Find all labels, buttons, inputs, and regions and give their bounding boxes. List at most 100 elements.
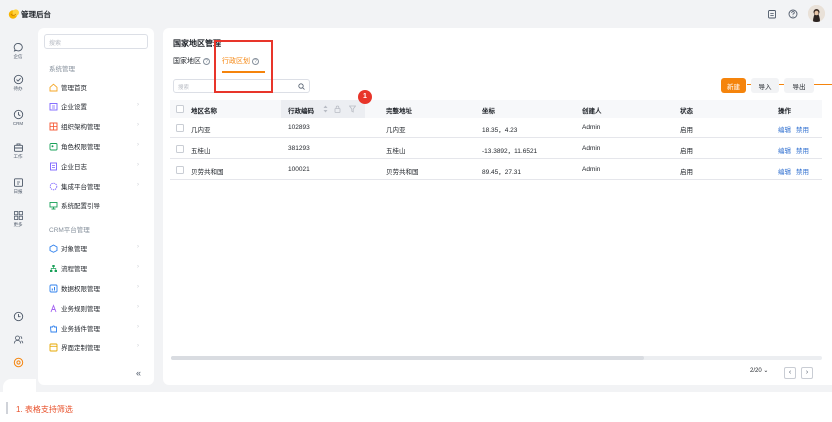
menu-item-label: 管理首页: [61, 85, 87, 92]
disable-link[interactable]: 禁用: [796, 124, 809, 134]
chevron-right-icon: ›: [137, 304, 139, 310]
avatar[interactable]: [808, 5, 825, 22]
menu-item-enterprise-log[interactable]: 企业日志 ›: [49, 158, 149, 174]
collapse-menu-icon[interactable]: «: [136, 368, 141, 378]
search-icon: [298, 83, 305, 90]
home-icon: [49, 83, 58, 91]
rail-item-chat[interactable]: 企信: [0, 42, 36, 60]
guide-icon: [49, 201, 58, 209]
clipboard-icon[interactable]: [767, 9, 777, 19]
menu-item-label: 企业设置: [61, 104, 87, 111]
column-header-status[interactable]: 状态: [680, 105, 693, 115]
disable-link[interactable]: 禁用: [796, 145, 809, 155]
admin-menu: 搜索 系统管理 管理首页 企业设置 › 组织架构管理 › 角色权限管理 › 企业…: [38, 28, 154, 385]
chevron-right-icon: ›: [137, 324, 139, 330]
menu-item-label: 业务规则管理: [61, 306, 100, 313]
column-header-region-name[interactable]: 地区名称: [191, 105, 217, 115]
column-header-full-address[interactable]: 完整地址: [386, 105, 412, 115]
row-checkbox[interactable]: [176, 124, 184, 132]
menu-item-role-permission[interactable]: 角色权限管理 ›: [49, 138, 149, 154]
menu-item-org-structure[interactable]: 组织架构管理 ›: [49, 118, 149, 134]
prev-page-button[interactable]: ‹: [784, 367, 796, 379]
rail-item-settings[interactable]: [0, 357, 36, 368]
chevron-right-icon: ›: [137, 244, 139, 250]
menu-item-flow-management[interactable]: 流程管理 ›: [49, 260, 149, 276]
menu-search-input[interactable]: 搜索: [44, 34, 148, 49]
flow-icon: [50, 264, 57, 272]
menu-item-object-management[interactable]: 对象管理 ›: [49, 240, 149, 256]
rail-label: 更多: [13, 222, 23, 227]
disable-link[interactable]: 禁用: [796, 166, 809, 176]
app-shell: 管理后台 企信 待办 CRM 工作 日报 更多 搜索 系统管理 管理首页 企业设…: [0, 0, 832, 399]
rail-item-todo[interactable]: 待办: [0, 74, 36, 92]
horizontal-scrollbar[interactable]: [171, 356, 822, 360]
menu-item-enterprise-settings[interactable]: 企业设置 ›: [49, 98, 149, 114]
rail-item-report[interactable]: 日报: [0, 177, 36, 195]
tab-country-region[interactable]: 国家地区 ?: [173, 56, 210, 66]
column-header-actions: 操作: [778, 108, 791, 115]
export-button[interactable]: 导出: [784, 78, 814, 93]
report-icon: [13, 178, 23, 187]
chevron-down-icon: ⌄: [763, 368, 769, 374]
menu-item-admin-home[interactable]: 管理首页: [49, 79, 149, 95]
chevron-right-icon: ›: [137, 182, 139, 188]
menu-item-config-guide[interactable]: 系统配置引导: [49, 197, 149, 213]
lock-icon[interactable]: [334, 105, 341, 113]
edit-link[interactable]: 编辑: [778, 166, 791, 176]
menu-item-label: 对象管理: [61, 246, 87, 253]
rail-item-work[interactable]: 工作: [0, 142, 36, 160]
cell-region-name: 五桂山: [191, 148, 211, 155]
column-header-admin-code[interactable]: 行政编码: [288, 105, 314, 115]
rail-item-users[interactable]: [0, 334, 36, 345]
cell-status: 启用: [680, 127, 693, 134]
menu-item-business-plugins[interactable]: 业务插件管理 ›: [49, 320, 149, 336]
rail-item-crm[interactable]: CRM: [0, 109, 36, 126]
table-row[interactable]: 贝劳共和国 100021 贝劳共和国 89.45，27.31 Admin 启用 …: [170, 160, 822, 180]
settings-icon: [13, 357, 23, 368]
select-all-checkbox[interactable]: [176, 105, 184, 113]
new-button[interactable]: 新建: [721, 78, 746, 93]
sort-icon[interactable]: [323, 105, 328, 113]
briefcase-icon: [13, 143, 23, 152]
column-header-creator[interactable]: 创建人: [582, 105, 602, 115]
filter-icon[interactable]: [349, 105, 356, 113]
edit-link[interactable]: 编辑: [778, 145, 791, 155]
plugin-icon: [50, 325, 57, 332]
annotation-highlight-box: [214, 40, 273, 93]
menu-item-data-permission[interactable]: 数据权限管理 ›: [49, 280, 149, 296]
history-icon: [13, 311, 23, 322]
rail-label: 待办: [13, 86, 23, 91]
integration-icon: [49, 182, 58, 190]
rail-label: CRM: [12, 121, 24, 126]
rail-item-history[interactable]: [0, 311, 36, 322]
row-checkbox[interactable]: [176, 145, 184, 153]
table-row[interactable]: 五桂山 381293 五桂山 -13.3892，11.6521 Admin 启用…: [170, 139, 822, 159]
rail-label: 工作: [13, 154, 23, 159]
menu-item-label: 数据权限管理: [61, 286, 100, 293]
cell-creator: Admin: [582, 124, 601, 131]
menu-item-label: 界面定制管理: [61, 345, 100, 352]
cell-status: 启用: [680, 169, 693, 176]
menu-item-ui-customization[interactable]: 界面定制管理 ›: [49, 339, 149, 355]
menu-item-business-rules[interactable]: 业务规则管理 ›: [49, 300, 149, 316]
page-size-select[interactable]: 2/20 ⌄: [750, 367, 768, 374]
help-icon[interactable]: [788, 9, 798, 19]
menu-group-system: 系统管理: [49, 66, 75, 73]
table-row[interactable]: 几内亚 102893 几内亚 18.35，4.23 Admin 启用 编辑 禁用: [170, 118, 822, 138]
menu-item-integration-platform[interactable]: 集成平台管理 ›: [49, 178, 149, 194]
chevron-right-icon: ›: [137, 162, 139, 168]
menu-item-label: 企业日志: [61, 164, 87, 171]
import-button[interactable]: 导入: [751, 78, 779, 93]
row-checkbox[interactable]: [176, 166, 184, 174]
column-header-coordinates[interactable]: 坐标: [482, 105, 495, 115]
next-page-button[interactable]: ›: [801, 367, 813, 379]
logo-icon: [8, 9, 19, 19]
app-title: 管理后台: [21, 10, 51, 19]
chevron-right-icon: ›: [137, 264, 139, 270]
edit-link[interactable]: 编辑: [778, 124, 791, 134]
icon-rail: 企信 待办 CRM 工作 日报 更多: [0, 28, 36, 399]
data-permission-icon: [49, 284, 58, 292]
scrollbar-thumb[interactable]: [171, 356, 644, 360]
cell-region-name: 贝劳共和国: [191, 169, 224, 176]
rail-item-more[interactable]: 更多: [0, 210, 36, 228]
